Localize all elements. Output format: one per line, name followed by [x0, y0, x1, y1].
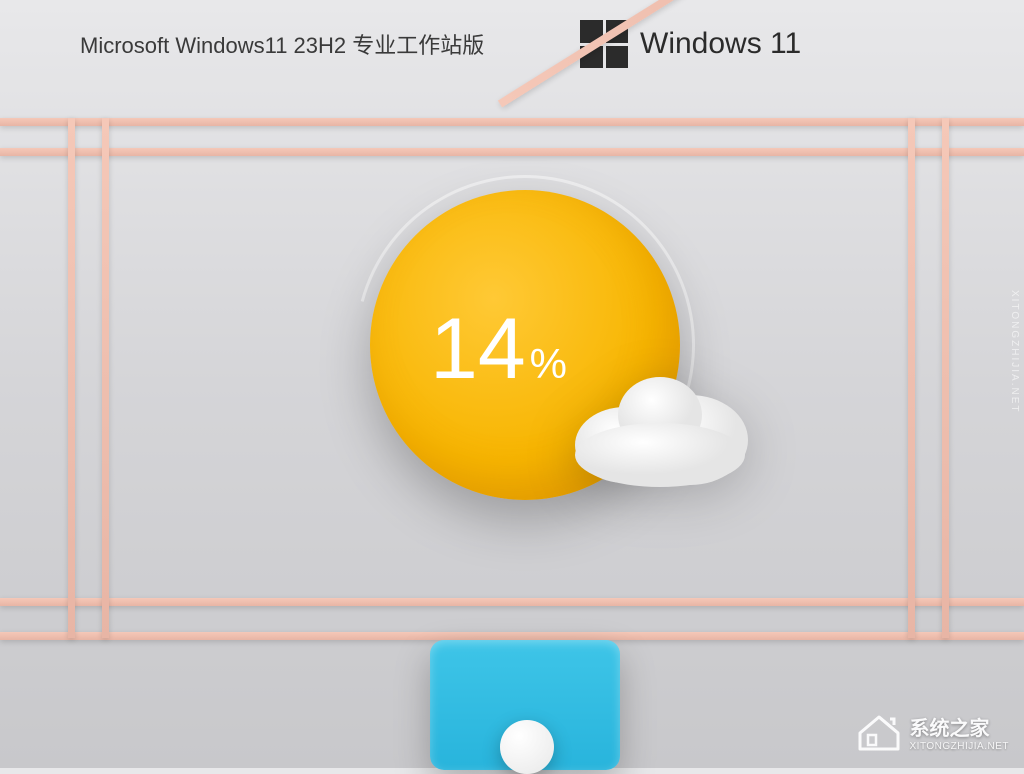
frame-bar [0, 118, 1024, 126]
progress-value: 14 [430, 300, 526, 399]
windows-logo-text: Windows 11 [640, 27, 801, 61]
watermark-main: 系统之家 [910, 712, 1010, 741]
watermark-sub: XITONGZHIJIA.NET [910, 741, 1010, 752]
white-sphere [500, 720, 554, 774]
frame-bar [908, 118, 915, 638]
frame-bar [0, 148, 1024, 156]
frame-bar [68, 118, 75, 638]
watermark: 系统之家 XITONGZHIJIA.NET [856, 711, 1010, 753]
side-watermark: XITONGZHIJIA.NET [1009, 290, 1020, 414]
frame-bar [0, 632, 1024, 640]
progress-percent: 14 % [430, 300, 567, 399]
frame-bar [102, 118, 109, 638]
house-icon [856, 711, 902, 753]
cloud-icon [560, 360, 760, 490]
frame-bar [0, 598, 1024, 606]
frame-bar [942, 118, 949, 638]
watermark-text: 系统之家 XITONGZHIJIA.NET [910, 712, 1010, 752]
header-title: Microsoft Windows11 23H2 专业工作站版 [80, 28, 484, 60]
